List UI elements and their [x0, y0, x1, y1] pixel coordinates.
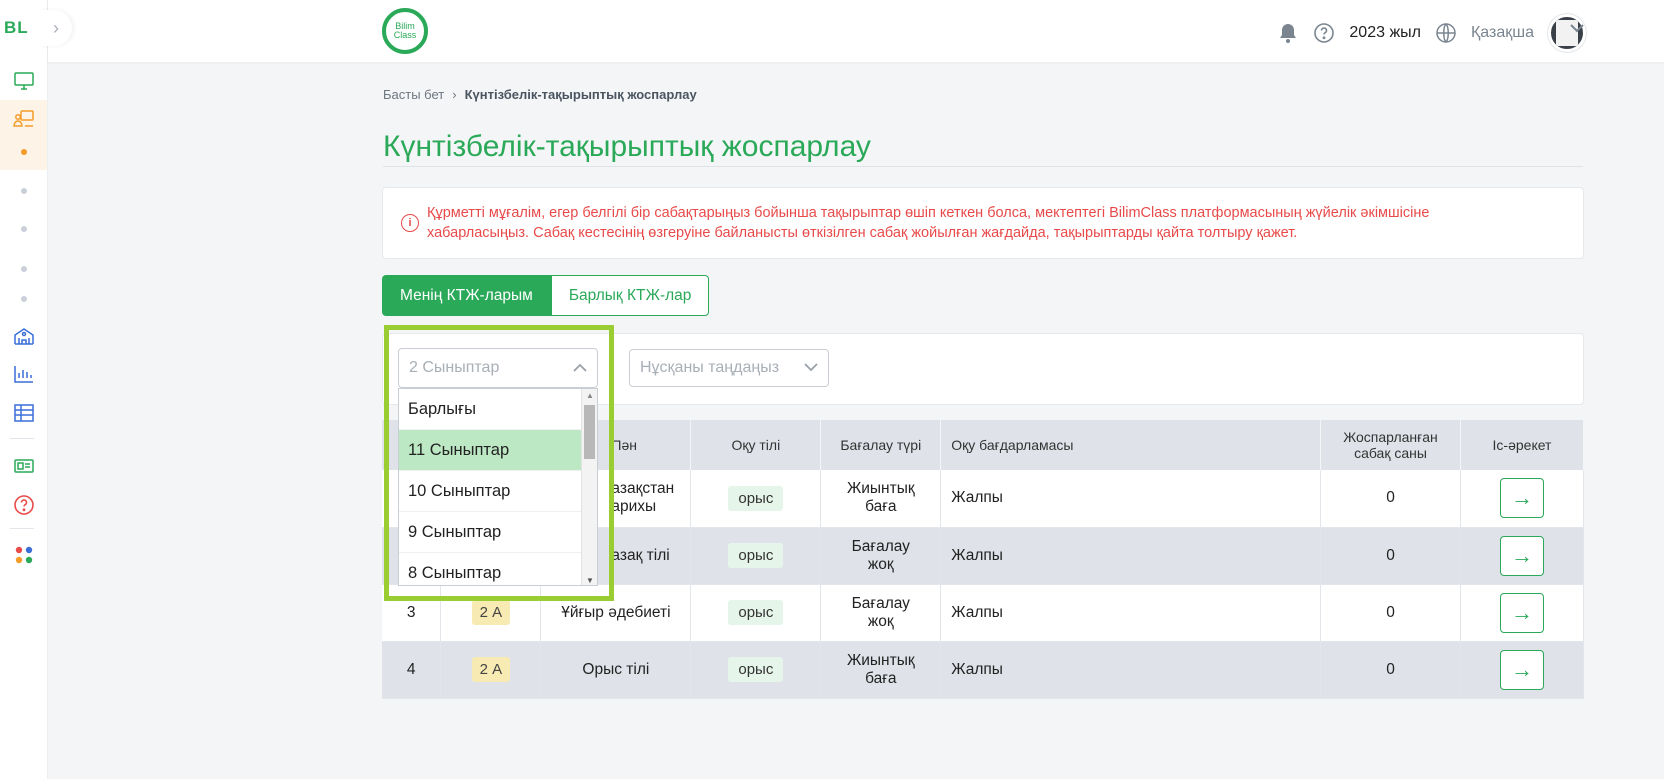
language-badge: орыс: [728, 657, 784, 682]
info-icon: i: [401, 214, 419, 232]
chevron-right-icon: ›: [452, 87, 457, 102]
rail-item-monitor[interactable]: [0, 68, 47, 94]
page-title: Күнтізбелік-тақырыптық жоспарлау: [383, 130, 871, 163]
help-icon[interactable]: [1313, 22, 1335, 44]
bar-chart-icon: [13, 366, 33, 383]
cell-planned: 0: [1320, 584, 1461, 642]
option-grade-11[interactable]: 11 Сыныптар: [399, 430, 581, 471]
top-header: Bilim Class 2023 жыл Қазақша: [48, 0, 1664, 62]
class-select[interactable]: 2 Сыныптар: [398, 348, 598, 388]
col-header-language: Оқу тілі: [690, 420, 822, 470]
apps-grid-icon: [15, 546, 32, 564]
breadcrumb-current: Күнтізбелік-тақырыптық жоспарлау: [464, 87, 697, 102]
header-right-controls: 2023 жыл Қазақша: [1277, 14, 1586, 52]
school-icon: [13, 328, 34, 345]
rail-item-apps[interactable]: [0, 541, 47, 569]
scroll-down-icon[interactable]: ▼: [586, 576, 594, 585]
rail-subitem-dot[interactable]: [0, 293, 47, 305]
rail-logo[interactable]: BL: [4, 18, 29, 38]
col-header-action: Іс-әрекет: [1460, 420, 1584, 470]
cell-assessment: Жиынтық баға: [820, 641, 942, 699]
rail-item-statistics[interactable]: [0, 360, 47, 388]
rail-subitem-dot-active[interactable]: [20, 149, 27, 155]
language-selector[interactable]: Қазақша: [1471, 24, 1534, 42]
help-circle-icon: [13, 495, 34, 515]
class-select-options: Барлығы 11 Сыныптар 10 Сыныптар 9 Сыныпт…: [398, 388, 598, 586]
cell-planned: 0: [1320, 527, 1461, 585]
col-header-program: Оқу бағдарламасы: [940, 420, 1322, 470]
cell-program: Жалпы: [940, 584, 1322, 642]
col-header-planned: Жоспарланған сабақ саны: [1320, 420, 1461, 470]
table-icon: [13, 404, 34, 422]
class-badge: 2 А: [471, 657, 511, 682]
bilimclass-logo[interactable]: Bilim Class: [382, 8, 428, 54]
open-plan-arrow-right-icon[interactable]: →: [1500, 478, 1544, 519]
tabs: Менің КТЖ-ларым Барлық КТЖ-лар: [382, 275, 710, 316]
option-grade-8[interactable]: 8 Сыныптар: [399, 553, 581, 585]
table-row: 3 2 А Ұйғыр әдебиеті орыс Бағалау жоқ Жал…: [382, 584, 1584, 642]
language-badge: орыс: [728, 543, 784, 568]
cell-planned: 0: [1320, 641, 1461, 699]
cell-program: Жалпы: [940, 527, 1322, 585]
tab-my-plans[interactable]: Менің КТЖ-ларым: [382, 275, 551, 316]
rail-item-id-card[interactable]: [0, 452, 47, 480]
cell-assessment: Жиынтық баға: [820, 470, 942, 528]
variant-select[interactable]: Нұсқаны таңдаңыз: [629, 349, 829, 387]
teacher-board-icon: [12, 110, 34, 127]
rail-item-school[interactable]: [0, 322, 47, 350]
open-plan-arrow-right-icon[interactable]: →: [1500, 535, 1544, 576]
cell-program: Жалпы: [940, 641, 1322, 699]
table-row: 4 2 А Орыс тілі орыс Жиынтық баға Жалпы 0…: [382, 641, 1584, 699]
rail-subitem-dot[interactable]: [0, 185, 47, 197]
language-badge: орыс: [728, 600, 784, 625]
dropdown-scrollbar[interactable]: ▲ ▼: [581, 389, 597, 585]
left-rail: BL ›: [0, 0, 72, 779]
breadcrumb: Басты бет › Күнтізбелік-тақырыптық жоспа…: [383, 87, 697, 102]
option-grade-9[interactable]: 9 Сыныптар: [399, 512, 581, 553]
cell-number: 3: [382, 584, 442, 642]
scroll-up-icon[interactable]: ▲: [586, 391, 594, 400]
option-all[interactable]: Барлығы: [399, 389, 581, 430]
breadcrumb-home[interactable]: Басты бет: [383, 87, 444, 102]
title-divider: [383, 166, 1583, 167]
scrollbar-thumb[interactable]: [584, 405, 595, 459]
cell-assessment: Бағалау жоқ: [820, 527, 942, 585]
bell-icon[interactable]: [1277, 22, 1299, 44]
warning-notice: i Құрметті мұғалім, егер белгілі бір саб…: [382, 187, 1584, 259]
col-header-assessment: Бағалау түрі: [820, 420, 942, 470]
tab-all-plans[interactable]: Барлық КТЖ-лар: [550, 275, 710, 316]
option-grade-10[interactable]: 10 Сыныптар: [399, 471, 581, 512]
cell-subject: Ұйғыр әдебиеті: [540, 584, 692, 642]
open-plan-arrow-right-icon[interactable]: →: [1500, 649, 1544, 690]
rail-item-table[interactable]: [0, 399, 47, 427]
cell-program: Жалпы: [940, 470, 1322, 528]
chevron-down-icon[interactable]: [1570, 20, 1584, 36]
cell-assessment: Бағалау жоқ: [820, 584, 942, 642]
notice-text: Құрметті мұғалім, егер белгілі бір сабақ…: [427, 205, 1430, 241]
class-badge: 2 А: [471, 600, 511, 625]
open-plan-arrow-right-icon[interactable]: →: [1500, 592, 1544, 633]
year-selector[interactable]: 2023 жыл: [1349, 24, 1421, 42]
rail-subitem-dot[interactable]: [0, 223, 47, 235]
language-badge: орыс: [728, 485, 784, 511]
chevron-up-icon: [573, 359, 587, 377]
cell-planned: 0: [1320, 470, 1461, 528]
cell-number: 4: [382, 641, 442, 699]
cell-subject: Орыс тілі: [540, 641, 692, 699]
rail-item-teacher[interactable]: [0, 100, 47, 170]
monitor-icon: [13, 72, 34, 90]
rail-subitem-dot[interactable]: [0, 263, 47, 275]
id-card-icon: [13, 459, 34, 473]
rail-item-help[interactable]: [0, 491, 47, 519]
globe-icon[interactable]: [1435, 22, 1457, 44]
chevron-down-icon: [804, 359, 818, 377]
